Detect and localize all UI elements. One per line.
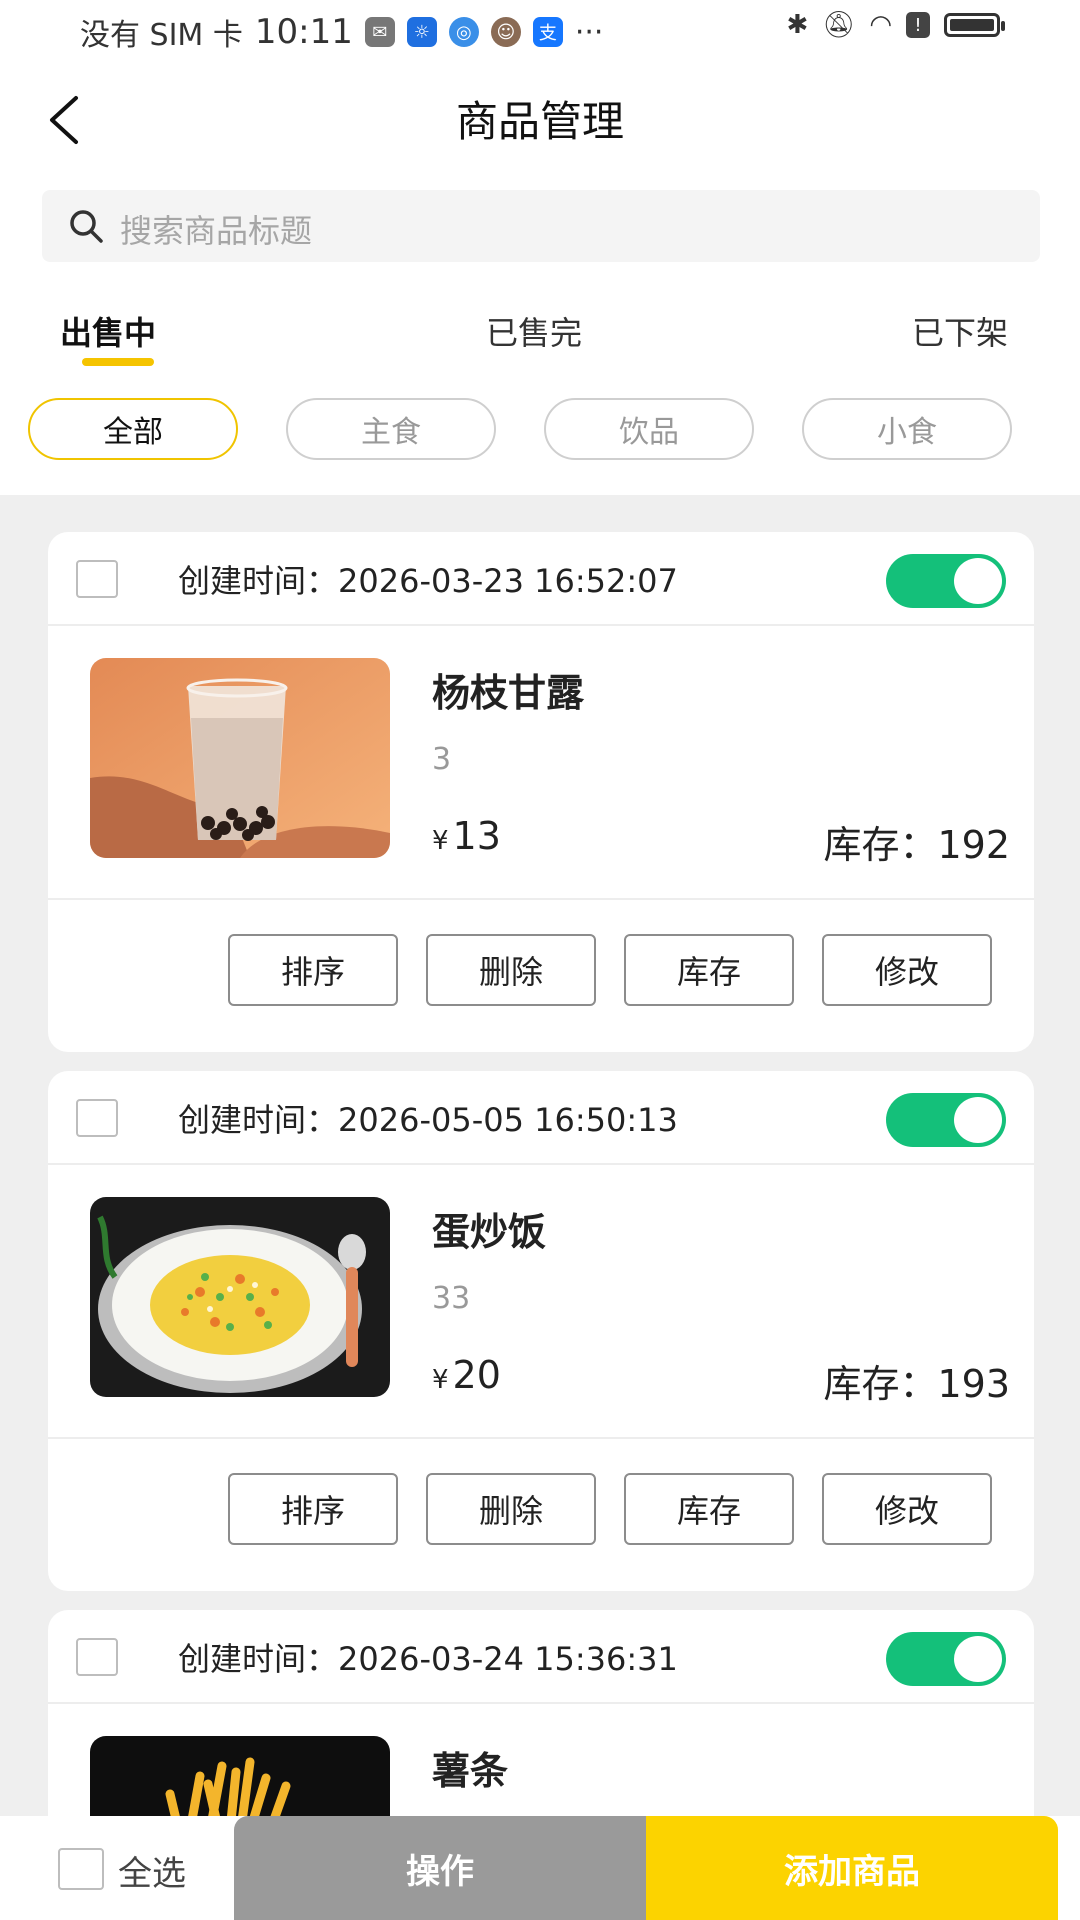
product-price: ¥13 bbox=[432, 814, 501, 858]
bottom-action-bar: 全选 操作 添加商品 bbox=[0, 1816, 1080, 1920]
product-checkbox[interactable] bbox=[76, 560, 118, 598]
alert-icon: ! bbox=[906, 12, 930, 38]
sort-button[interactable]: 排序 bbox=[228, 1473, 398, 1545]
status-tabs: 出售中 已售完 已下架 bbox=[0, 300, 1080, 370]
product-enable-toggle[interactable] bbox=[886, 554, 1006, 608]
delete-button[interactable]: 删除 bbox=[426, 1473, 596, 1545]
globe-app-icon: ◎ bbox=[448, 17, 479, 47]
product-image bbox=[90, 658, 390, 858]
more-notifications: ··· bbox=[574, 14, 604, 50]
operate-button[interactable]: 操作 bbox=[234, 1816, 646, 1920]
tab-on-sale[interactable]: 出售中 bbox=[60, 308, 156, 354]
card-header: 创建时间：2026-03-23 16:52:07 bbox=[48, 532, 1034, 626]
product-stock: 库存：193 bbox=[823, 1362, 1010, 1406]
product-name: 蛋炒饭 bbox=[432, 1210, 547, 1254]
category-chip-staple[interactable]: 主食 bbox=[286, 398, 496, 460]
search-bar[interactable]: 搜索商品标题 bbox=[42, 190, 1040, 262]
product-card: 创建时间：2026-03-24 15:36:31 薯条 bbox=[48, 1610, 1034, 1850]
product-checkbox[interactable] bbox=[76, 1638, 118, 1676]
search-icon bbox=[70, 210, 103, 243]
category-chip-drinks[interactable]: 饮品 bbox=[544, 398, 754, 460]
tab-off-shelf[interactable]: 已下架 bbox=[912, 308, 1008, 354]
bluetooth-icon: ✱ bbox=[786, 10, 809, 40]
edit-button[interactable]: 修改 bbox=[822, 934, 992, 1006]
card-actions: 排序 删除 库存 修改 bbox=[48, 900, 1034, 1052]
created-time: 创建时间：2026-03-24 15:36:31 bbox=[178, 1640, 678, 1678]
clock: 10:11 bbox=[254, 12, 353, 52]
search-input[interactable]: 搜索商品标题 bbox=[120, 206, 312, 252]
product-image bbox=[90, 1197, 390, 1397]
nav-bar: 商品管理 bbox=[0, 60, 1080, 170]
delete-button[interactable]: 删除 bbox=[426, 934, 596, 1006]
card-actions: 排序 删除 库存 修改 bbox=[48, 1439, 1034, 1591]
stock-button[interactable]: 库存 bbox=[624, 934, 794, 1006]
avatar-app-icon: ☺ bbox=[490, 17, 521, 47]
product-description: 3 bbox=[432, 742, 452, 777]
active-tab-indicator bbox=[82, 358, 154, 366]
select-all-checkbox[interactable] bbox=[58, 1848, 104, 1890]
product-enable-toggle[interactable] bbox=[886, 1093, 1006, 1147]
product-name: 薯条 bbox=[432, 1749, 509, 1793]
product-stock: 库存：192 bbox=[823, 823, 1010, 867]
card-body[interactable]: 杨枝甘露 3 ¥13 库存：192 bbox=[48, 626, 1034, 900]
page-title: 商品管理 bbox=[455, 97, 624, 146]
category-chip-all[interactable]: 全部 bbox=[28, 398, 238, 460]
product-enable-toggle[interactable] bbox=[886, 1632, 1006, 1686]
tab-sold-out[interactable]: 已售完 bbox=[486, 308, 582, 354]
card-header: 创建时间：2026-03-24 15:36:31 bbox=[48, 1610, 1034, 1704]
stock-button[interactable]: 库存 bbox=[624, 1473, 794, 1545]
category-filter: 全部 主食 饮品 小食 bbox=[0, 398, 1080, 464]
edit-button[interactable]: 修改 bbox=[822, 1473, 992, 1545]
product-description: 33 bbox=[432, 1281, 471, 1316]
mute-bell-icon: 🔕︎ bbox=[822, 10, 856, 40]
created-time: 创建时间：2026-05-05 16:50:13 bbox=[178, 1101, 678, 1139]
sort-button[interactable]: 排序 bbox=[228, 934, 398, 1006]
battery-icon bbox=[944, 13, 1005, 37]
wifi-icon: ◠ bbox=[869, 10, 892, 40]
card-header: 创建时间：2026-05-05 16:50:13 bbox=[48, 1071, 1034, 1165]
product-card: 创建时间：2026-05-05 16:50:13 蛋炒饭 33 ¥ 20 库存：… bbox=[48, 1071, 1034, 1591]
alipay-icon: 支 bbox=[532, 17, 563, 47]
created-time: 创建时间：2026-03-23 16:52:07 bbox=[178, 562, 678, 600]
wechat-icon: ✉ bbox=[364, 17, 395, 47]
card-body[interactable]: 蛋炒饭 33 ¥20 库存：193 bbox=[48, 1165, 1034, 1439]
product-name: 杨枝甘露 bbox=[432, 671, 585, 715]
product-card: 创建时间：2026-03-23 16:52:07 杨枝甘露 3 ¥ 13 库存：… bbox=[48, 532, 1034, 1052]
add-product-button[interactable]: 添加商品 bbox=[646, 1816, 1058, 1920]
category-chip-snacks[interactable]: 小食 bbox=[802, 398, 1012, 460]
bulb-app-icon: ☼ bbox=[406, 17, 437, 47]
status-bar: 没有 SIM 卡 10:11 ✉ ☼ ◎ ☺ 支 ··· ✱ 🔕︎ ◠ ! bbox=[0, 0, 1080, 60]
select-all-label[interactable]: 全选 bbox=[118, 1846, 186, 1895]
product-checkbox[interactable] bbox=[76, 1099, 118, 1137]
product-price: ¥20 bbox=[432, 1353, 501, 1397]
carrier-text: 没有 SIM 卡 bbox=[80, 18, 243, 53]
